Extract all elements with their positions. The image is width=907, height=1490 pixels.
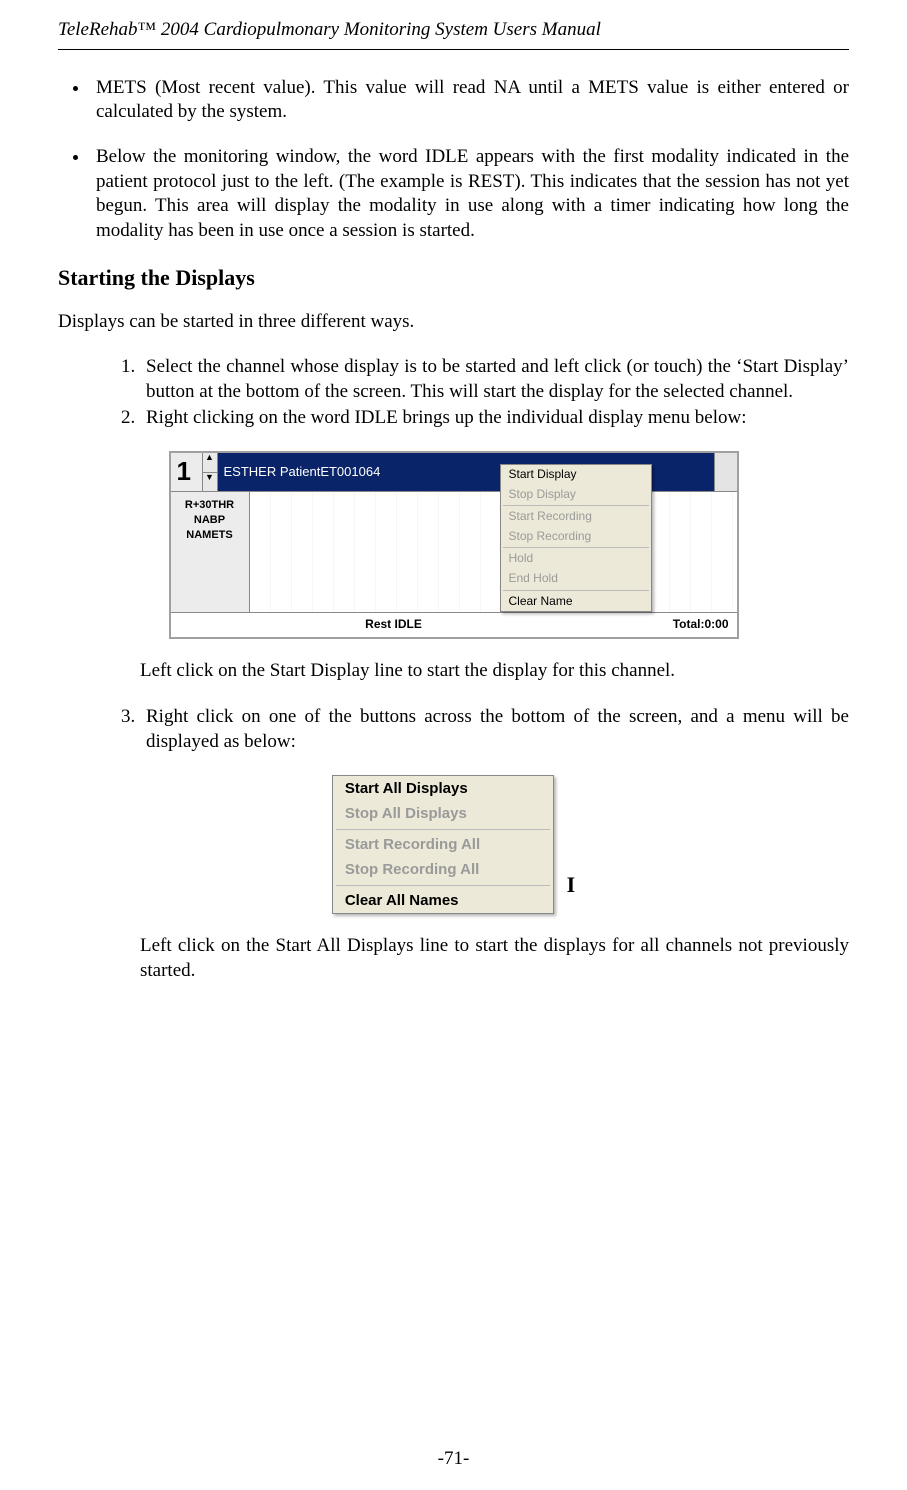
- numbered-list: Select the channel whose display is to b…: [58, 355, 849, 431]
- bullet-item: METS (Most recent value). This value wil…: [90, 76, 849, 125]
- readout-mets: NAMETS: [171, 528, 249, 543]
- caption-after-fig2: Left click on the Start All Displays lin…: [140, 934, 849, 983]
- header-prefix: TeleRehab: [58, 19, 138, 40]
- modality-total-time: Total:0:00: [609, 617, 729, 633]
- modality-status-bar[interactable]: Rest IDLE Total:0:00: [171, 612, 737, 637]
- figure-all-menu: Start All Displays Stop All Displays Sta…: [332, 775, 554, 915]
- document-header: TeleRehab™ 2004 Cardiopulmonary Monitori…: [58, 18, 849, 43]
- context-menu-display: Start Display Stop Display Start Recordi…: [500, 464, 652, 612]
- menu-stop-recording: Stop Recording: [501, 527, 651, 547]
- intro-paragraph: Displays can be started in three differe…: [58, 310, 849, 335]
- header-tm: ™: [138, 19, 157, 40]
- menu-separator: [503, 547, 649, 548]
- menu-start-recording-all: Start Recording All: [333, 832, 553, 858]
- list-item: Right click on one of the buttons across…: [140, 705, 849, 754]
- menu-separator: [503, 505, 649, 506]
- readout-bp: NABP: [171, 513, 249, 528]
- menu-clear-name[interactable]: Clear Name: [501, 592, 651, 612]
- menu-stop-all-displays: Stop All Displays: [333, 801, 553, 827]
- page-number: -71-: [0, 1447, 907, 1472]
- bullet-item: Below the monitoring window, the word ID…: [90, 145, 849, 244]
- menu-separator: [503, 590, 649, 591]
- figure-channel-menu: 1 ▲ ▼ ESTHER PatientET001064 R+30THR NAB…: [169, 451, 739, 638]
- menu-start-display[interactable]: Start Display: [501, 465, 651, 485]
- channel-readouts: R+30THR NABP NAMETS: [171, 492, 250, 612]
- text-cursor-icon: I: [559, 775, 576, 900]
- menu-start-recording: Start Recording: [501, 507, 651, 527]
- section-heading: Starting the Displays: [58, 264, 849, 293]
- channel-down-icon[interactable]: ▼: [203, 473, 217, 491]
- menu-clear-all-names[interactable]: Clear All Names: [333, 888, 553, 914]
- modality-status-text: Rest IDLE: [179, 617, 609, 633]
- numbered-list-cont: Right click on one of the buttons across…: [58, 705, 849, 754]
- channel-selector[interactable]: 1 ▲ ▼: [171, 453, 218, 491]
- menu-separator: [336, 829, 550, 830]
- menu-stop-display: Stop Display: [501, 485, 651, 505]
- header-suffix: 2004 Cardiopulmonary Monitoring System U…: [156, 19, 601, 40]
- channel-up-icon[interactable]: ▲: [203, 453, 217, 472]
- bullet-list: METS (Most recent value). This value wil…: [58, 76, 849, 244]
- list-item: Select the channel whose display is to b…: [140, 355, 849, 404]
- menu-start-all-displays[interactable]: Start All Displays: [333, 776, 553, 802]
- header-rule: [58, 49, 849, 50]
- readout-thr: R+30THR: [171, 498, 249, 513]
- list-item: Right clicking on the word IDLE brings u…: [140, 406, 849, 431]
- menu-hold: Hold: [501, 549, 651, 569]
- menu-stop-recording-all: Stop Recording All: [333, 857, 553, 883]
- menu-end-hold: End Hold: [501, 569, 651, 589]
- channel-number: 1: [171, 453, 202, 491]
- menu-separator: [336, 885, 550, 886]
- patient-title-text: ESTHER PatientET001064: [224, 464, 381, 481]
- shade-button[interactable]: [714, 453, 737, 491]
- waveform-area[interactable]: Start Display Stop Display Start Recordi…: [250, 492, 737, 612]
- caption-after-fig1: Left click on the Start Display line to …: [140, 659, 849, 684]
